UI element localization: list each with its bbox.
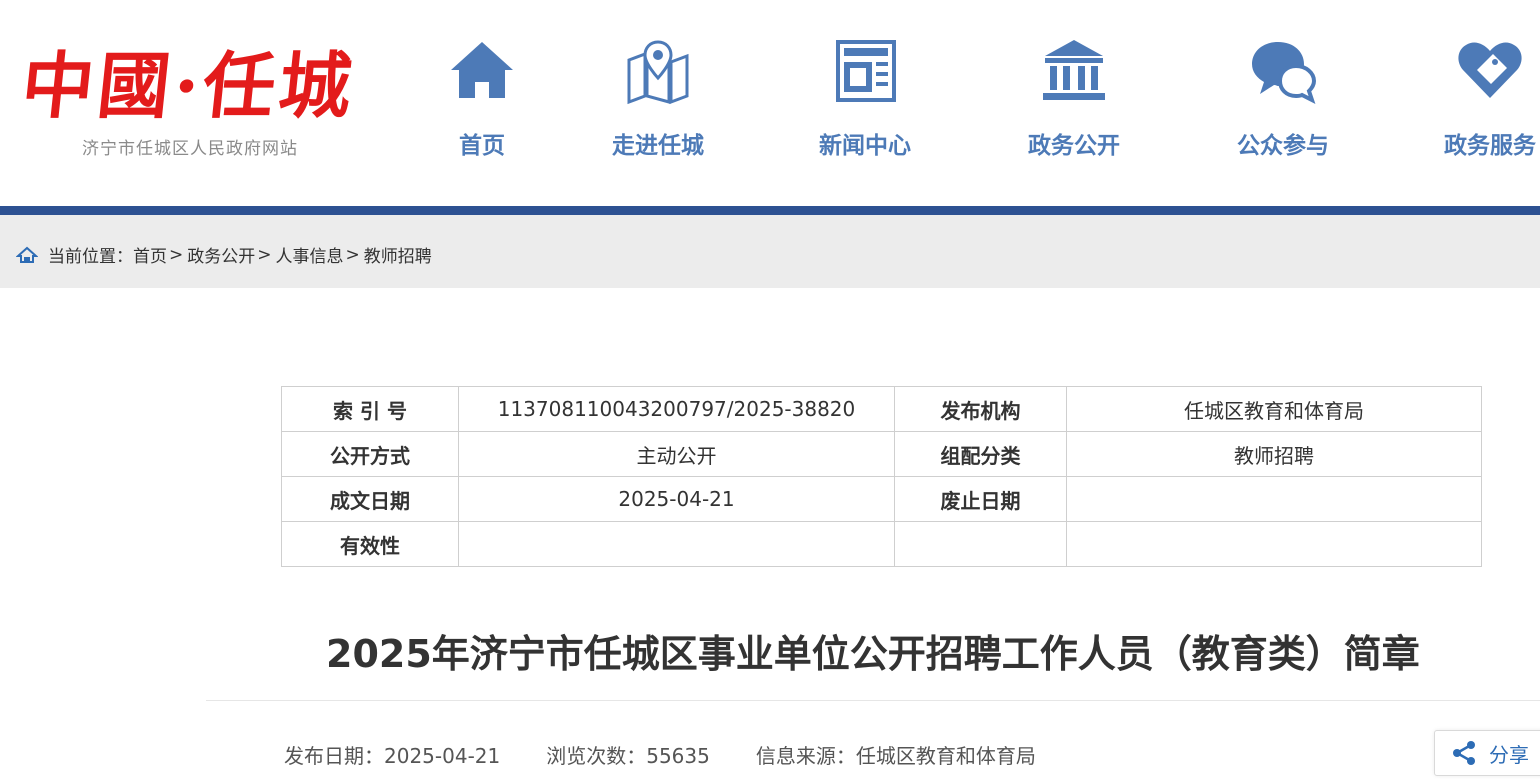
site-logo[interactable]: 中國·任城 济宁市任城区人民政府网站 [18,40,418,160]
publisher-value: 任城区教育和体育局 [1066,386,1482,432]
breadcrumb-item-personnel[interactable]: 人事信息 [276,242,344,267]
table-row: 公开方式 主动公开 组配分类 教师招聘 [281,431,1482,477]
nav-label: 新闻中心 [819,133,911,159]
breadcrumb-separator: > [169,244,184,265]
share-icon [1453,741,1475,765]
validity-label: 有效性 [281,521,459,567]
nav-label: 首页 [459,133,505,159]
site-header: 中國·任城 济宁市任城区人民政府网站 首页 走进任城 新闻中心 政务公开 公众参… [0,0,1540,206]
article-meta: 发布日期：2025-04-21 浏览次数：55635 信息来源：任城区教育和体育… [284,740,1082,769]
home-icon [16,246,38,263]
nav-label: 公众参与 [1237,133,1329,159]
abolish-value [1066,476,1482,522]
empty-cell [1066,521,1482,567]
logo-subtitle: 济宁市任城区人民政府网站 [82,139,298,159]
nav-label: 政务服务 [1444,133,1536,159]
validity-value [458,521,895,567]
map-pin-icon [627,40,689,105]
share-button[interactable]: 分享 [1434,730,1540,776]
service-heart-icon [1458,42,1522,98]
share-label: 分享 [1489,742,1529,767]
document-info-table: 索 引 号 113708110043200797/2025-38820 发布机构… [281,386,1482,567]
date-label: 成文日期 [281,476,459,522]
view-count: 浏览次数：55635 [546,744,710,768]
nav-item-participation[interactable]: 公众参与 [1208,36,1358,166]
category-value: 教师招聘 [1066,431,1482,477]
nav-label: 政务公开 [1028,133,1120,159]
table-row: 成文日期 2025-04-21 废止日期 [281,476,1482,522]
publish-date: 发布日期：2025-04-21 [284,744,501,768]
index-value: 113708110043200797/2025-38820 [458,386,895,432]
breadcrumb-item-home[interactable]: 首页 [133,242,167,267]
news-icon [836,40,896,102]
chat-bubbles-icon [1252,42,1317,104]
breadcrumb: 当前位置： 首页 > 政务公开 > 人事信息 > 教师招聘 [0,215,1540,288]
disclosure-value: 主动公开 [458,431,895,477]
breadcrumb-item-teacher-recruitment[interactable]: 教师招聘 [364,242,432,267]
breadcrumb-prefix: 当前位置： [48,247,133,267]
publisher-label: 发布机构 [894,386,1067,432]
index-label: 索 引 号 [281,386,459,432]
date-value: 2025-04-21 [458,476,895,522]
info-source: 信息来源：任城区教育和体育局 [755,744,1036,768]
home-icon [451,42,513,98]
breadcrumb-separator: > [257,244,272,265]
nav-item-home[interactable]: 首页 [407,36,557,166]
nav-item-about[interactable]: 走进任城 [583,36,733,166]
header-divider-bar [0,206,1540,215]
empty-cell [894,521,1067,567]
nav-item-news[interactable]: 新闻中心 [790,36,940,166]
nav-label: 走进任城 [612,133,704,159]
title-divider [206,700,1540,701]
breadcrumb-separator: > [345,244,360,265]
government-building-icon [1043,40,1105,100]
table-row: 索 引 号 113708110043200797/2025-38820 发布机构… [281,386,1482,432]
category-label: 组配分类 [894,431,1067,477]
abolish-label: 废止日期 [894,476,1067,522]
table-row: 有效性 [281,521,1482,567]
article-title: 2025年济宁市任城区事业单位公开招聘工作人员（教育类）简章 [326,632,1420,676]
breadcrumb-item-government[interactable]: 政务公开 [187,242,255,267]
disclosure-label: 公开方式 [281,431,459,477]
nav-item-services[interactable]: 政务服务 [1415,36,1540,166]
nav-item-government[interactable]: 政务公开 [999,36,1149,166]
logo-text: 中國·任城 [17,43,360,128]
